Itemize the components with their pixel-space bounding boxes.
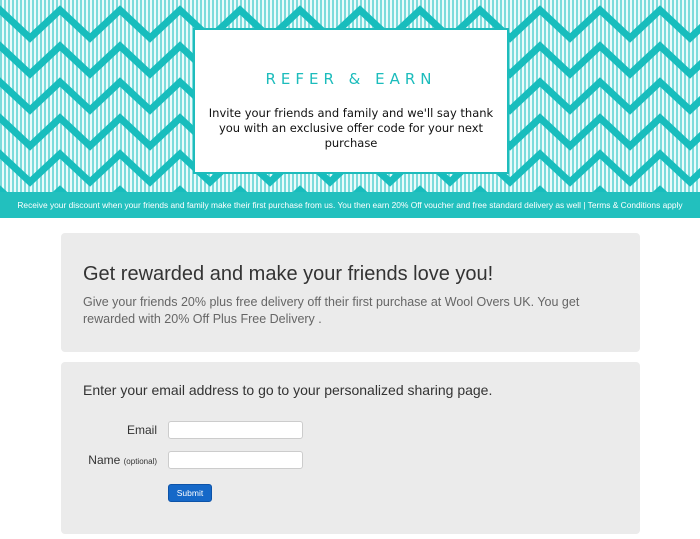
- info-banner: Receive your discount when your friends …: [0, 192, 700, 218]
- hero-title: REFER & EARN: [265, 70, 437, 88]
- name-input[interactable]: [168, 451, 303, 469]
- signup-intro: Enter your email address to go to your p…: [83, 382, 493, 398]
- reward-panel: Get rewarded and make your friends love …: [61, 233, 640, 352]
- refer-card: REFER & EARN Invite your friends and fam…: [193, 28, 509, 174]
- submit-button[interactable]: Submit: [168, 484, 212, 502]
- name-label: Name: [88, 453, 121, 467]
- name-row: Name (optional): [61, 451, 640, 471]
- email-row: Email: [61, 421, 640, 441]
- email-label: Email: [126, 423, 157, 437]
- hero-text: Invite your friends and family and we'll…: [208, 106, 494, 150]
- name-optional-label: (optional): [123, 457, 157, 466]
- reward-description: Give your friends 20% plus free delivery…: [83, 295, 580, 326]
- reward-heading: Get rewarded and make your friends love …: [83, 263, 494, 285]
- signup-panel: Enter your email address to go to your p…: [61, 362, 640, 534]
- name-label-wrap: Name (optional): [88, 453, 157, 467]
- hero-banner: REFER & EARN Invite your friends and fam…: [0, 0, 700, 192]
- email-input[interactable]: [168, 421, 303, 439]
